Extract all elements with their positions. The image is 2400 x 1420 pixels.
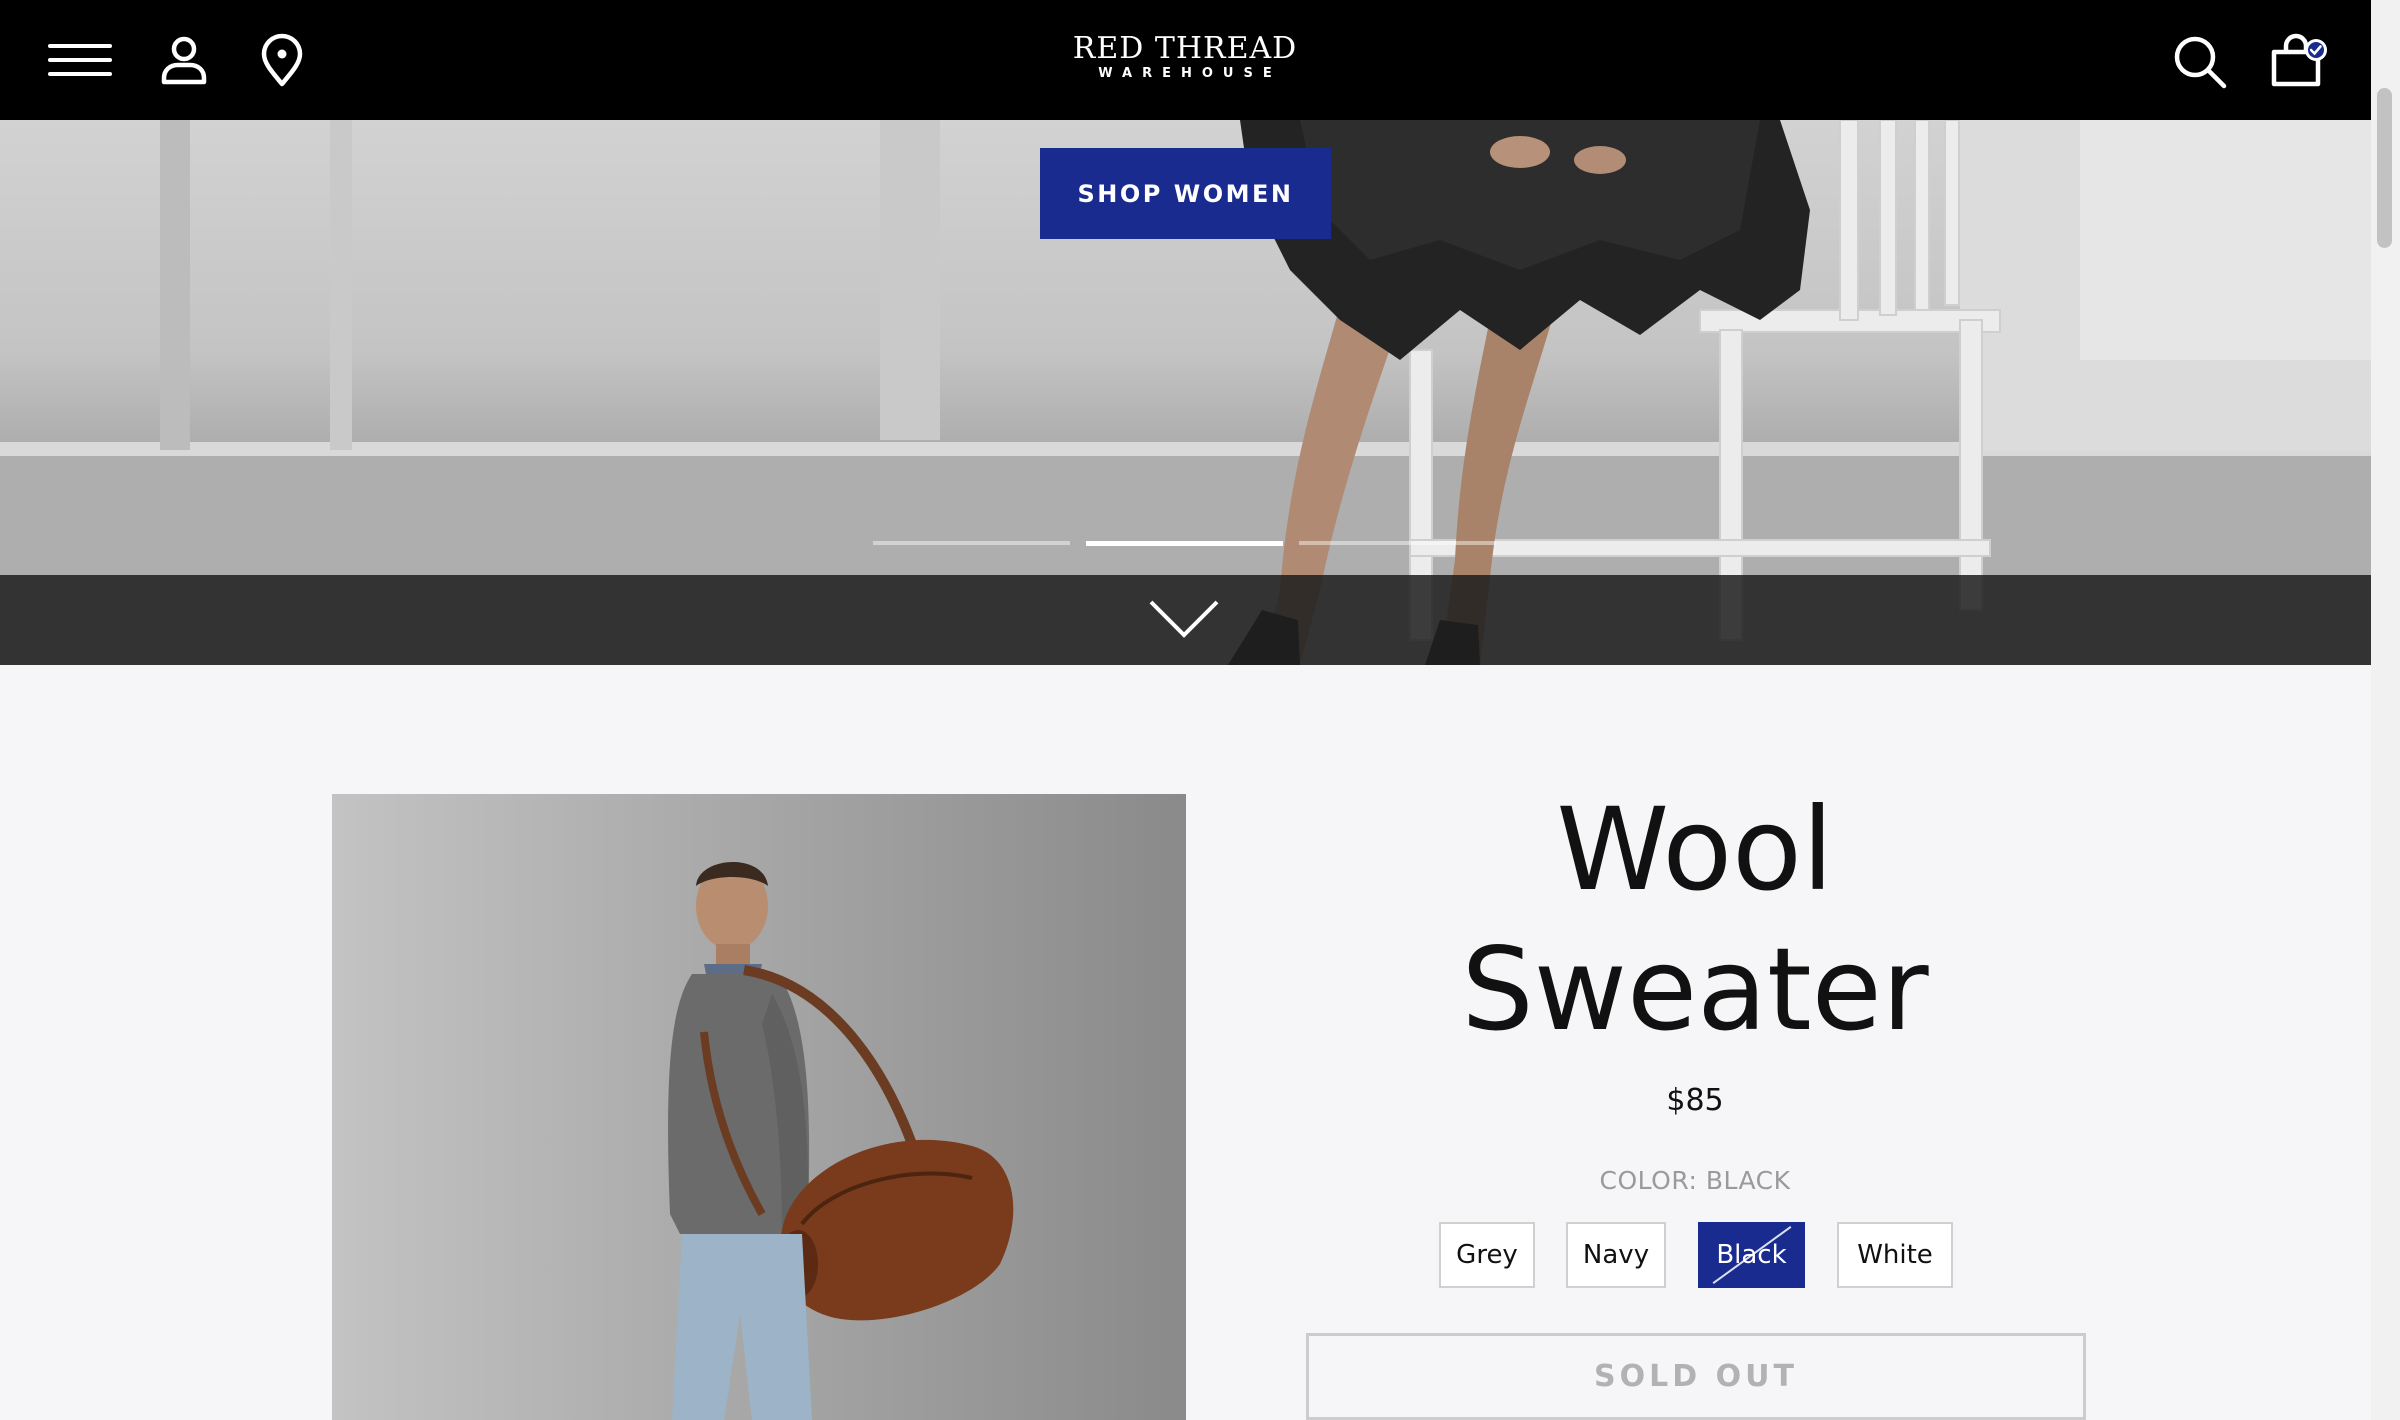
shopping-bag-icon[interactable] bbox=[2266, 30, 2330, 94]
hero-banner: SHOP WOMEN bbox=[0, 120, 2371, 665]
search-icon[interactable] bbox=[2168, 30, 2232, 94]
color-option-navy[interactable]: Navy bbox=[1566, 1222, 1666, 1288]
site-header: RED THREAD WAREHOUSE bbox=[0, 0, 2371, 120]
product-image[interactable] bbox=[332, 794, 1186, 1420]
shop-women-button[interactable]: SHOP WOMEN bbox=[1040, 148, 1331, 239]
slide-indicator-3[interactable] bbox=[1299, 541, 1496, 545]
page-scrollbar[interactable] bbox=[2371, 0, 2400, 1420]
account-icon[interactable] bbox=[152, 30, 216, 94]
color-label: COLOR: BLACK bbox=[1599, 1166, 1791, 1195]
menu-icon[interactable] bbox=[48, 30, 112, 94]
product-price: $85 bbox=[1666, 1083, 1724, 1118]
location-pin-icon[interactable] bbox=[250, 30, 314, 94]
chevron-down-icon[interactable] bbox=[1148, 599, 1220, 641]
product-photo bbox=[668, 861, 1014, 1420]
scrollbar-thumb[interactable] bbox=[2377, 88, 2392, 248]
product-title-line-1: Wool bbox=[1556, 783, 1834, 916]
color-option-white[interactable]: White bbox=[1837, 1222, 1953, 1288]
product-title: Wool Sweater bbox=[1310, 780, 2080, 1060]
slide-indicator-1[interactable] bbox=[873, 541, 1070, 545]
slide-indicator-2[interactable] bbox=[1086, 541, 1283, 546]
color-option-black[interactable]: Black bbox=[1698, 1222, 1805, 1288]
logo-sub-text: WAREHOUSE bbox=[1098, 66, 1282, 81]
color-option-grey[interactable]: Grey bbox=[1439, 1222, 1535, 1288]
store-logo[interactable]: RED THREAD WAREHOUSE bbox=[1072, 32, 1298, 82]
scroll-down-bar[interactable] bbox=[0, 575, 2371, 665]
sold-out-button[interactable]: SOLD OUT bbox=[1306, 1333, 2086, 1420]
product-title-line-2: Sweater bbox=[1461, 923, 1929, 1056]
logo-main-text: RED THREAD bbox=[1072, 31, 1298, 66]
slide-indicators bbox=[873, 541, 1498, 546]
